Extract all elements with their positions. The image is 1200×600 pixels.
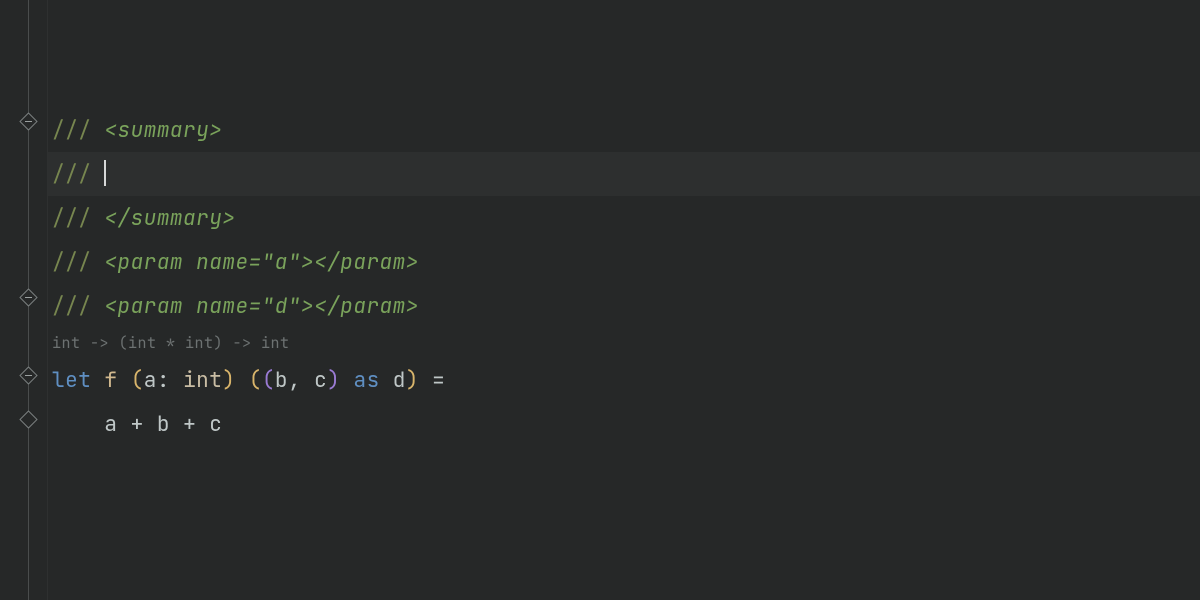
code-line[interactable]: /// </summary> bbox=[48, 196, 1200, 240]
xml-tag-param-open: <param bbox=[104, 293, 183, 320]
inlay-type-hint: int -> (int * int) -> int bbox=[48, 328, 1200, 358]
fold-toggle-icon[interactable] bbox=[19, 366, 37, 384]
code-editor[interactable]: /// <summary> /// /// </summary> /// <pa… bbox=[0, 0, 1200, 600]
xml-tag-close-bracket: > bbox=[301, 249, 314, 276]
xml-attr-name: name= bbox=[196, 293, 262, 320]
xml-attr-value: "d" bbox=[262, 293, 301, 320]
identifier: b bbox=[275, 367, 288, 394]
paren-open: ( bbox=[262, 367, 275, 394]
code-area[interactable]: /// <summary> /// /// </summary> /// <pa… bbox=[48, 0, 1200, 600]
doc-slashes: /// bbox=[52, 293, 91, 320]
type-int: int bbox=[183, 367, 222, 394]
identifier: a bbox=[104, 411, 117, 438]
doc-slashes: /// bbox=[52, 205, 91, 232]
identifier: d bbox=[393, 367, 406, 394]
doc-slashes: /// bbox=[52, 249, 91, 276]
xml-attr-value: "a" bbox=[262, 249, 301, 276]
xml-tag-param-close: </param> bbox=[314, 249, 419, 276]
xml-tag-summary-open: <summary> bbox=[104, 117, 222, 144]
paren-close: ) bbox=[406, 367, 419, 394]
doc-slashes: /// bbox=[52, 161, 91, 188]
code-line-current[interactable]: /// bbox=[48, 152, 1200, 196]
function-name: f bbox=[104, 367, 117, 394]
paren-open: ( bbox=[131, 367, 144, 394]
xml-tag-param-open: <param bbox=[104, 249, 183, 276]
paren-open: ( bbox=[249, 367, 262, 394]
paren-close: ) bbox=[222, 367, 235, 394]
fold-end-icon[interactable] bbox=[19, 410, 37, 428]
comma: , bbox=[288, 367, 301, 394]
code-line[interactable]: let f (a: int) ((b, c) as d) = bbox=[48, 358, 1200, 402]
xml-attr-name: name= bbox=[196, 249, 262, 276]
identifier: b bbox=[157, 411, 170, 438]
doc-slashes: /// bbox=[52, 117, 91, 144]
colon: : bbox=[157, 367, 170, 394]
code-line[interactable]: a + b + c bbox=[48, 402, 1200, 446]
fold-toggle-icon[interactable] bbox=[19, 288, 37, 306]
blank-line bbox=[48, 0, 1200, 108]
equals: = bbox=[432, 367, 445, 394]
xml-tag-close-bracket: > bbox=[301, 293, 314, 320]
xml-tag-summary-close: </summary> bbox=[104, 205, 235, 232]
fold-toggle-icon[interactable] bbox=[19, 112, 37, 130]
identifier: c bbox=[209, 411, 222, 438]
xml-tag-param-close: </param> bbox=[314, 293, 419, 320]
code-line[interactable]: /// <param name="d"></param> bbox=[48, 284, 1200, 328]
plus: + bbox=[131, 411, 144, 438]
plus: + bbox=[183, 411, 196, 438]
identifier: a bbox=[144, 367, 157, 394]
paren-close: ) bbox=[327, 367, 340, 394]
text-cursor bbox=[104, 160, 106, 186]
indent bbox=[52, 411, 104, 438]
code-line[interactable]: /// <param name="a"></param> bbox=[48, 240, 1200, 284]
keyword-let: let bbox=[52, 367, 91, 394]
code-line[interactable]: /// <summary> bbox=[48, 108, 1200, 152]
identifier: c bbox=[314, 367, 327, 394]
gutter bbox=[0, 0, 48, 600]
keyword-as: as bbox=[353, 367, 379, 394]
